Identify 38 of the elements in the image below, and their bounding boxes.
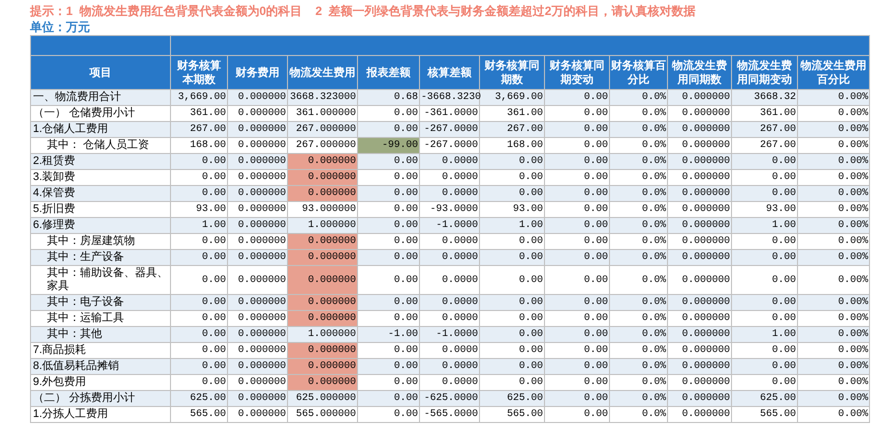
table-cell: 0.000000	[288, 374, 358, 390]
column-header: 财务费用	[228, 56, 288, 90]
table-cell: 0.00	[358, 406, 420, 422]
column-header: 报表差额	[358, 56, 420, 90]
column-header: 财务核算百分比	[610, 56, 668, 90]
table-cell: -565.0000	[420, 406, 480, 422]
table-cell: 0.00%	[798, 406, 870, 422]
table-cell: 0.000000	[288, 234, 358, 250]
column-header: 物流发生费用百分比	[798, 56, 870, 90]
column-header: 核算差额	[420, 56, 480, 90]
table-cell: 0.000000	[288, 154, 358, 170]
table-cell: 0.000000	[288, 342, 358, 358]
table-cell: 565.000000	[288, 406, 358, 422]
table-cell: 0.000000	[288, 170, 358, 186]
notice-text: 提示：1 物流发生费用红色背景代表金额为0的科目 2 差额一列绿色背景代表与财务金额差超过2万的科目，请认真核对数据	[28, 3, 696, 19]
table-cell: 0.000000	[288, 186, 358, 202]
table-cell: 0.0%	[610, 406, 668, 422]
unit-label: 单位：万元	[29, 19, 91, 35]
table-cell: 0.000000	[668, 406, 732, 422]
table-cell: 0.000000	[288, 294, 358, 310]
item-cell: 1.分拣人工费用	[30, 406, 170, 422]
table-cell: 0.000000	[288, 266, 358, 294]
column-header: 物流发生费用同期数	[668, 56, 732, 90]
table-cell: -99.00	[358, 138, 420, 154]
column-header: 物流发生费用同期变动	[732, 56, 798, 90]
table-cell: 0.000000	[288, 250, 358, 266]
table-cell: 0.000000	[228, 406, 288, 422]
table-cell: 565.00	[732, 406, 798, 422]
table-cell: 565.00	[480, 406, 544, 422]
column-header: 财务核算同期数	[480, 56, 544, 90]
column-header: 项目	[30, 56, 170, 90]
table-cell: 565.00	[170, 406, 228, 422]
table-cell: 0.000000	[288, 358, 358, 374]
table-cell: 0.000000	[288, 310, 358, 326]
table-cell: 0.00	[544, 406, 610, 422]
column-header: 物流发生费用	[288, 56, 358, 90]
column-header: 财务核算本期数	[170, 56, 228, 90]
column-header: 财务核算同期变动	[544, 56, 610, 90]
